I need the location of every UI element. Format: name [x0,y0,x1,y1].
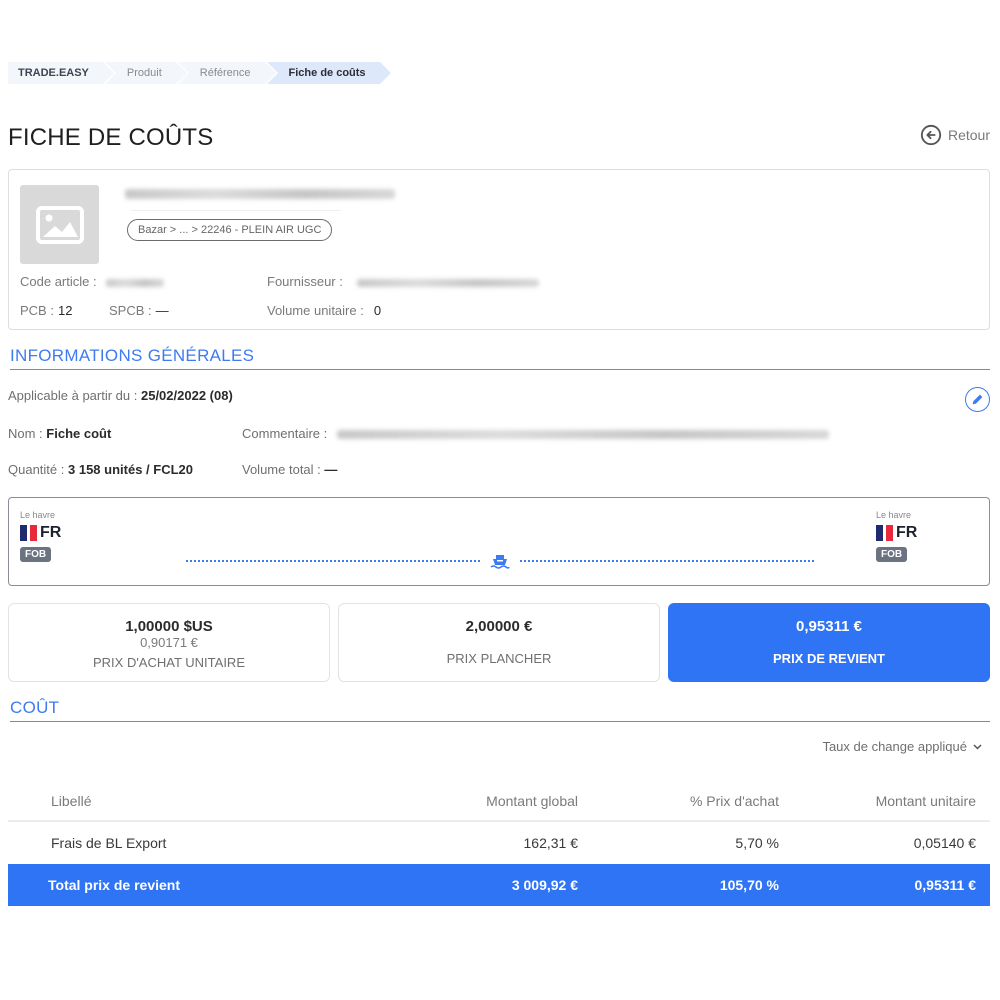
exchange-rate-toggle[interactable]: Taux de change appliqué [822,739,982,754]
origin-port-name: Le havre [20,510,56,520]
total-montant-global: 3 009,92 € [511,877,578,893]
column-header-montant-unitaire: Montant unitaire [875,793,976,809]
table-row: Frais de BL Export 162,31 € 5,70 % 0,051… [8,822,990,864]
fournisseur-value-redacted [356,278,539,287]
volume-total-field: Volume total : — [242,462,337,477]
back-label: Retour [947,127,990,143]
cell-montant-unitaire: 0,05140 € [913,835,976,851]
total-label: Total prix de revient [48,877,180,893]
origin-port: Le havre FR FOB [20,510,61,562]
nom-value: Fiche coût [46,426,112,441]
route-panel: Le havre FR FOB Le havre FR FOB [8,497,990,586]
price-card-cost: 0,95311 € PRIX DE REVIENT [668,603,990,682]
arrow-left-circle-icon [920,124,942,146]
total-pct-prix-achat: 105,70 % [719,877,779,893]
image-placeholder-icon [35,205,84,244]
breadcrumb-item-home[interactable]: TRADE.EASY [8,62,116,84]
commentaire-value-redacted [336,430,829,440]
pencil-icon [972,394,983,405]
product-name-redacted [125,189,395,199]
cost-table: Libellé Montant global % Prix d'achat Mo… [8,780,990,906]
origin-incoterm-badge: FOB [20,547,52,562]
france-flag-icon [876,525,893,541]
destination-country: FR [876,524,917,542]
volume-total-value: — [324,462,338,477]
breadcrumb: TRADE.EASY Produit Référence Fiche de co… [8,62,393,84]
floor-price-value: 2,00000 € [465,618,533,635]
pcb-value: 12 [57,303,73,318]
route-line-left [186,560,480,562]
floor-price-label: PRIX PLANCHER [446,651,552,666]
breadcrumb-item-reference[interactable]: Référence [177,62,278,84]
origin-country-code: FR [40,524,62,541]
volume-unitaire-field: Volume unitaire : 0 [267,303,381,318]
purchase-price-label: PRIX D'ACHAT UNITAIRE [92,655,245,670]
spcb-field: SPCB : — [109,303,169,318]
section-title-cost: COÛT [10,698,990,722]
applicable-label: Applicable à partir du : [8,388,138,403]
origin-country: FR [20,524,61,542]
divider [131,210,341,211]
code-article-value-redacted [106,278,165,287]
fournisseur-field: Fournisseur : [267,274,539,289]
product-card: Bazar > ... > 22246 - PLEIN AIR UGC Code… [8,169,990,330]
product-image [20,185,99,264]
table-total-row: Total prix de revient 3 009,92 € 105,70 … [8,864,990,906]
chevron-down-icon [973,743,982,750]
france-flag-icon [20,525,37,541]
destination-port-name: Le havre [876,510,912,520]
volume-unitaire-label: Volume unitaire : [267,303,364,318]
spcb-value: — [155,303,169,318]
code-article-label: Code article : [20,274,97,289]
route-line-right [520,560,814,562]
category-path-chip[interactable]: Bazar > ... > 22246 - PLEIN AIR UGC [127,219,333,241]
cell-libelle: Frais de BL Export [51,835,167,851]
table-header-row: Libellé Montant global % Prix d'achat Mo… [8,780,990,822]
price-card-purchase: 1,00000 $US 0,90171 € PRIX D'ACHAT UNITA… [8,603,330,682]
ship-icon [490,555,510,569]
cell-montant-global: 162,31 € [523,835,579,851]
price-card-floor: 2,00000 € PRIX PLANCHER [338,603,660,682]
purchase-price-usd: 1,00000 $US [125,618,213,635]
commentaire-field: Commentaire : [242,426,829,441]
nom-field: Nom : Fiche coût [8,426,111,441]
column-header-pct-prix-achat: % Prix d'achat [689,793,779,809]
destination-incoterm-badge: FOB [876,547,908,562]
destination-country-code: FR [896,524,918,541]
back-button[interactable]: Retour [920,124,990,146]
quantite-field: Quantité : 3 158 unités / FCL20 [8,462,193,477]
column-header-montant-global: Montant global [486,793,578,809]
applicable-date-field: Applicable à partir du : 25/02/2022 (08) [8,388,233,403]
cost-price-value: 0,95311 € [796,618,862,635]
commentaire-label: Commentaire : [242,426,328,441]
volume-total-label: Volume total : [242,462,321,477]
section-title-general-info: INFORMATIONS GÉNÉRALES [10,346,990,370]
quantite-value: 3 158 unités / FCL20 [68,462,193,477]
nom-label: Nom : [8,426,43,441]
pcb-label: PCB : [20,303,54,318]
total-montant-unitaire: 0,95311 € [914,877,976,893]
column-header-libelle: Libellé [51,793,92,809]
page-title: FICHE DE COÛTS [8,124,214,151]
destination-port: Le havre FR FOB [876,510,917,562]
volume-unitaire-value: 0 [373,303,382,318]
code-article-field: Code article : [20,274,165,289]
spcb-label: SPCB : [109,303,152,318]
pcb-field: PCB :12 [20,303,72,318]
breadcrumb-item-current: Fiche de coûts [266,62,393,84]
edit-button[interactable] [965,387,990,412]
applicable-value: 25/02/2022 (08) [140,388,233,403]
cost-price-label: PRIX DE REVIENT [773,651,885,666]
fournisseur-label: Fournisseur : [267,274,343,289]
cell-pct-prix-achat: 5,70 % [735,835,779,851]
purchase-price-eur: 0,90171 € [140,635,198,650]
quantite-label: Quantité : [8,462,65,477]
exchange-rate-label: Taux de change appliqué [822,739,967,754]
